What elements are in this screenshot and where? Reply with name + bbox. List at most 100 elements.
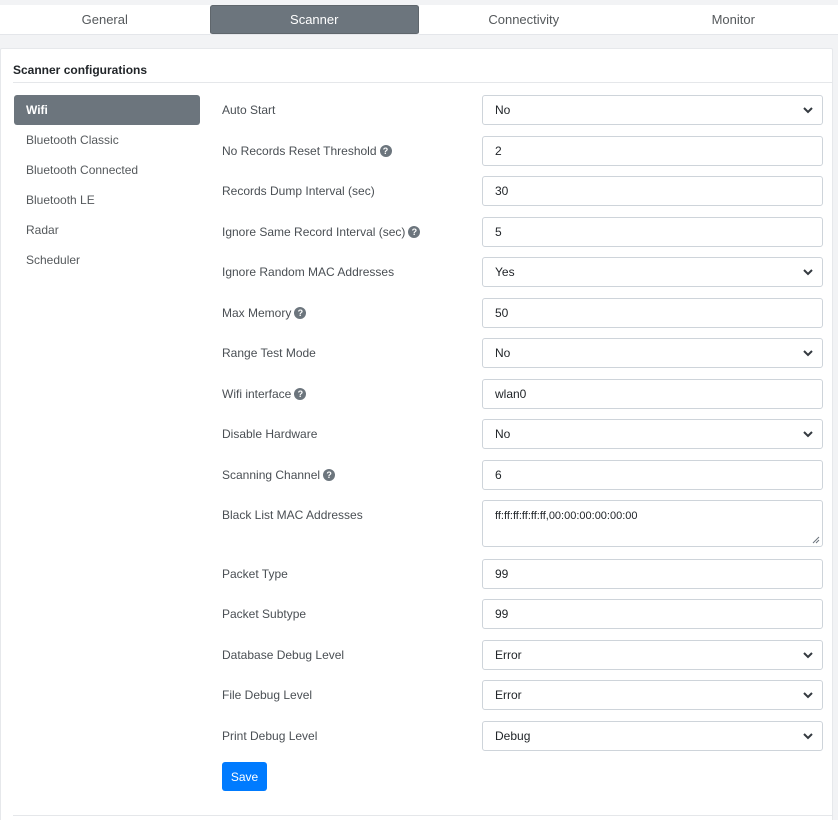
wifi-interface-input[interactable]: wlan0: [482, 379, 823, 409]
subnav-item-bluetooth-connected[interactable]: Bluetooth Connected: [14, 155, 200, 185]
scanning-channel-label-text: Scanning Channel: [222, 468, 321, 482]
no-records-reset-label: No Records Reset Threshold ?: [222, 136, 392, 166]
auto-start-row: Auto Start No: [222, 95, 824, 125]
subnav-item-scheduler[interactable]: Scheduler: [14, 245, 200, 275]
help-icon[interactable]: ?: [408, 226, 421, 238]
chevron-down-icon: [803, 107, 813, 114]
ignore-same-value: 5: [495, 225, 502, 239]
packet-subtype-input[interactable]: 99: [482, 599, 823, 629]
print-debug-row: Print Debug Level Debug: [222, 721, 824, 751]
chevron-down-icon: [803, 692, 813, 699]
ignore-same-label: Ignore Same Record Interval (sec) ?: [222, 217, 421, 247]
help-icon[interactable]: ?: [294, 388, 307, 400]
blacklist-mac-value: ff:ff:ff:ff:ff:ff,00:00:00:00:00:00: [495, 510, 638, 522]
help-icon[interactable]: ?: [323, 469, 336, 481]
chevron-down-icon: [803, 269, 813, 276]
subnav-item-bluetooth-classic[interactable]: Bluetooth Classic: [14, 125, 200, 155]
db-debug-select[interactable]: Error: [482, 640, 823, 670]
tab-bar: General Scanner Connectivity Monitor: [0, 5, 838, 35]
print-debug-select[interactable]: Debug: [482, 721, 823, 751]
card-divider: [13, 82, 833, 83]
ignore-random-mac-row: Ignore Random MAC Addresses Yes: [222, 257, 824, 287]
records-dump-row: Records Dump Interval (sec) 30: [222, 176, 824, 206]
ignore-same-label-text: Ignore Same Record Interval (sec): [222, 225, 406, 239]
no-records-reset-value: 2: [495, 144, 502, 158]
no-records-reset-label-text: No Records Reset Threshold: [222, 144, 377, 158]
records-dump-label-text: Records Dump Interval (sec): [222, 184, 375, 198]
range-test-value: No: [495, 346, 511, 360]
ignore-random-mac-select[interactable]: Yes: [482, 257, 823, 287]
records-dump-label: Records Dump Interval (sec): [222, 176, 375, 206]
scanning-channel-label: Scanning Channel ?: [222, 460, 336, 490]
card-title: Scanner configurations: [13, 63, 148, 77]
range-test-label-text: Range Test Mode: [222, 346, 316, 360]
card-bottom-divider: [13, 815, 833, 816]
ignore-random-mac-label-text: Ignore Random MAC Addresses: [222, 265, 395, 279]
tab-connectivity[interactable]: Connectivity: [419, 5, 629, 35]
max-memory-input[interactable]: 50: [482, 298, 823, 328]
ignore-same-row: Ignore Same Record Interval (sec) ? 5: [222, 217, 824, 247]
ignore-random-mac-value: Yes: [495, 265, 515, 279]
chevron-down-icon: [803, 431, 813, 438]
blacklist-mac-label: Black List MAC Addresses: [222, 500, 363, 530]
top-nav: General Scanner Connectivity Monitor: [0, 0, 838, 40]
subnav-item-radar[interactable]: Radar: [14, 215, 200, 245]
ignore-random-mac-label: Ignore Random MAC Addresses: [222, 257, 394, 287]
range-test-row: Range Test Mode No: [222, 338, 824, 368]
packet-subtype-value: 99: [495, 607, 509, 621]
records-dump-input[interactable]: 30: [482, 176, 823, 206]
db-debug-value: Error: [495, 648, 522, 662]
max-memory-value: 50: [495, 306, 509, 320]
print-debug-label-text: Print Debug Level: [222, 729, 318, 743]
file-debug-value: Error: [495, 688, 522, 702]
auto-start-label: Auto Start: [222, 95, 275, 125]
db-debug-label: Database Debug Level: [222, 640, 344, 670]
disable-hardware-row: Disable Hardware No: [222, 419, 824, 449]
scanning-channel-input[interactable]: 6: [482, 460, 823, 490]
print-debug-label: Print Debug Level: [222, 721, 317, 751]
auto-start-select[interactable]: No: [482, 95, 823, 125]
ignore-same-input[interactable]: 5: [482, 217, 823, 247]
blacklist-mac-row: Black List MAC Addresses ff:ff:ff:ff:ff:…: [222, 500, 824, 547]
help-icon[interactable]: ?: [294, 307, 307, 319]
disable-hardware-select[interactable]: No: [482, 419, 823, 449]
blacklist-mac-label-text: Black List MAC Addresses: [222, 508, 363, 522]
save-button[interactable]: Save: [222, 762, 267, 791]
no-records-reset-input[interactable]: 2: [482, 136, 823, 166]
subnav-item-bluetooth-le[interactable]: Bluetooth LE: [14, 185, 200, 215]
auto-start-label-text: Auto Start: [222, 103, 276, 117]
wifi-interface-label: Wifi interface ?: [222, 379, 307, 409]
scanner-config-card: Scanner configurations Wifi Bluetooth Cl…: [0, 48, 833, 820]
disable-hardware-label: Disable Hardware: [222, 419, 317, 449]
scanning-channel-row: Scanning Channel ? 6: [222, 460, 824, 490]
max-memory-label-text: Max Memory: [222, 306, 292, 320]
print-debug-value: Debug: [495, 729, 531, 743]
chevron-down-icon: [803, 652, 813, 659]
auto-start-value: No: [495, 103, 511, 117]
packet-type-label-text: Packet Type: [222, 567, 288, 581]
packet-type-input[interactable]: 99: [482, 559, 823, 589]
tab-monitor[interactable]: Monitor: [628, 5, 838, 35]
packet-type-row: Packet Type 99: [222, 559, 824, 589]
range-test-label: Range Test Mode: [222, 338, 316, 368]
tab-scanner[interactable]: Scanner: [209, 5, 419, 35]
wifi-interface-value: wlan0: [495, 387, 527, 401]
packet-subtype-label-text: Packet Subtype: [222, 607, 307, 621]
tab-general[interactable]: General: [0, 5, 210, 35]
db-debug-label-text: Database Debug Level: [222, 648, 345, 662]
no-records-reset-row: No Records Reset Threshold ? 2: [222, 136, 824, 166]
resize-grip-icon[interactable]: [812, 536, 820, 544]
records-dump-value: 30: [495, 184, 509, 198]
scanning-channel-value: 6: [495, 468, 502, 482]
disable-hardware-label-text: Disable Hardware: [222, 427, 318, 441]
help-icon[interactable]: ?: [379, 145, 392, 157]
file-debug-row: File Debug Level Error: [222, 680, 824, 710]
packet-type-label: Packet Type: [222, 559, 288, 589]
file-debug-select[interactable]: Error: [482, 680, 823, 710]
file-debug-label: File Debug Level: [222, 680, 312, 710]
blacklist-mac-textarea[interactable]: ff:ff:ff:ff:ff:ff,00:00:00:00:00:00: [482, 500, 823, 547]
file-debug-label-text: File Debug Level: [222, 688, 313, 702]
range-test-select[interactable]: No: [482, 338, 823, 368]
subnav-item-wifi[interactable]: Wifi: [14, 95, 200, 125]
max-memory-label: Max Memory ?: [222, 298, 307, 328]
